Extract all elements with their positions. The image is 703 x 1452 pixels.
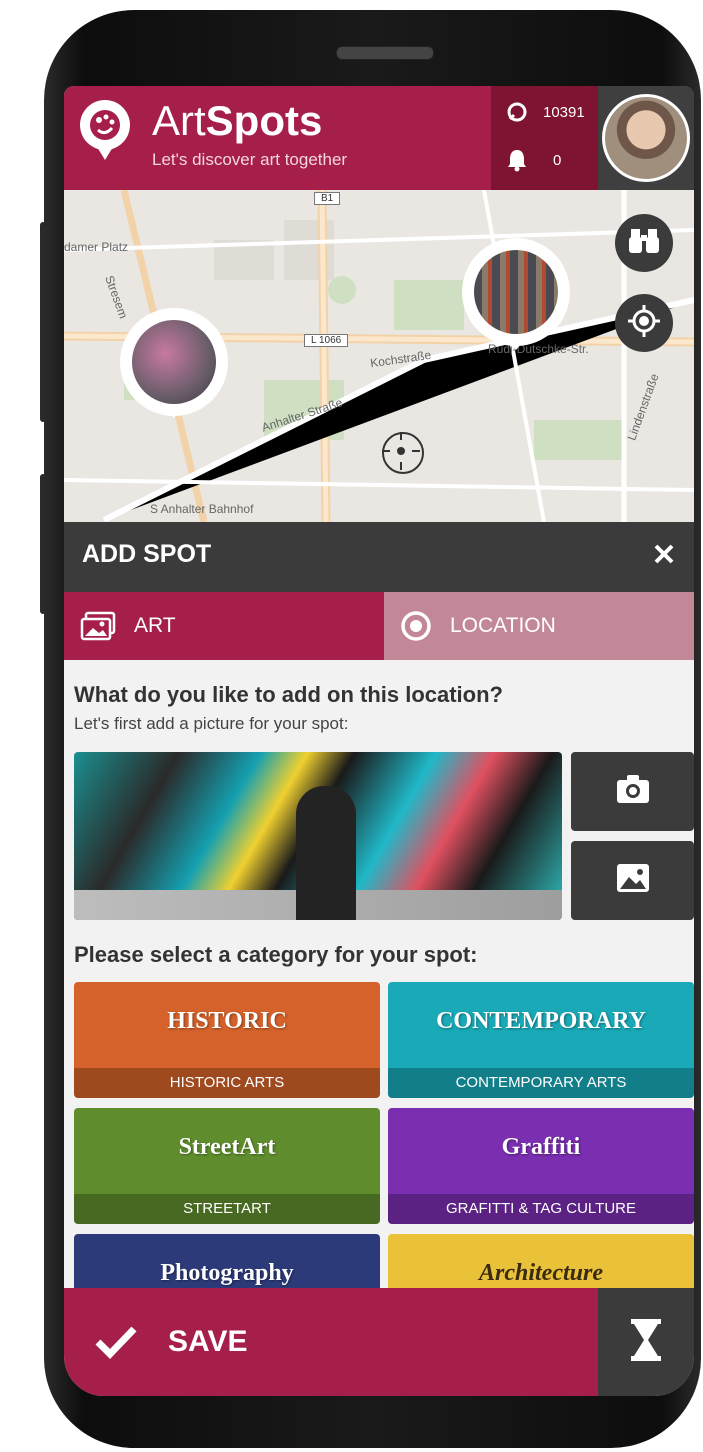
app-screen: ArtSpots Let's discover art together 103… (64, 86, 694, 1396)
category-caption: GRAFITTI & TAG CULTURE (388, 1194, 694, 1224)
category-title: CONTEMPORARY (436, 1008, 646, 1034)
gallery-button[interactable] (571, 841, 694, 920)
close-button[interactable] (650, 542, 678, 570)
points-stat[interactable]: 10391 (491, 92, 598, 132)
hourglass-icon (630, 1318, 662, 1367)
camera-button[interactable] (571, 752, 694, 831)
save-button[interactable]: SAVE (64, 1288, 598, 1396)
map-label-bahnhof: S Anhalter Bahnhof (150, 502, 254, 516)
category-graffiti[interactable]: Graffiti GRAFITTI & TAG CULTURE (388, 1108, 694, 1224)
tab-art-label: ART (134, 614, 176, 637)
map-road-tag-b1: B1 (314, 192, 341, 205)
tab-location-label: LOCATION (450, 614, 556, 637)
picture-icon (80, 611, 116, 641)
category-photography[interactable]: Photography (74, 1234, 380, 1288)
map-spot-pin-1[interactable] (120, 308, 228, 416)
category-title: HISTORIC (167, 1008, 287, 1034)
points-icon (503, 101, 531, 123)
category-title: StreetArt (178, 1134, 276, 1160)
save-label: SAVE (168, 1325, 248, 1358)
locate-icon (627, 304, 661, 343)
user-stats: 10391 0 (491, 86, 598, 190)
category-historic[interactable]: HISTORIC HISTORIC ARTS (74, 982, 380, 1098)
photo-person (296, 786, 356, 920)
add-subtext: Let's first add a picture for your spot: (74, 714, 349, 733)
add-question: What do you like to add on this location… (74, 682, 503, 707)
add-spot-header: ADD SPOT (64, 522, 694, 592)
tab-location[interactable]: LOCATION (384, 592, 694, 660)
category-prompt: Please select a category for your spot: (74, 942, 478, 967)
category-caption: CONTEMPORARY ARTS (388, 1068, 694, 1098)
category-streetart[interactable]: StreetArt STREETART (74, 1108, 380, 1224)
selected-photo-preview[interactable] (74, 752, 562, 920)
gallery-icon (616, 863, 650, 898)
locate-me-button[interactable] (615, 294, 673, 352)
explore-button[interactable] (615, 214, 673, 272)
binoculars-icon (628, 227, 660, 260)
app-header: ArtSpots Let's discover art together 103… (64, 86, 694, 190)
map-crosshair-icon (382, 432, 424, 474)
map-spot-pin-2[interactable] (462, 238, 570, 346)
notifications-stat[interactable]: 0 (491, 140, 598, 180)
close-icon (653, 543, 675, 570)
brand-art: Art (152, 97, 206, 144)
bell-icon (503, 148, 531, 172)
profile-avatar-button[interactable] (598, 86, 694, 190)
avatar (602, 94, 690, 182)
brand-spots: Spots (205, 97, 323, 144)
spot-thumbnail (132, 320, 216, 404)
map-view[interactable]: B1 L 1066 damer Platz Stresem Kochstraße… (64, 190, 694, 522)
camera-icon (616, 774, 650, 809)
app-brand: ArtSpots (152, 98, 322, 144)
category-title: Graffiti (501, 1134, 581, 1160)
spot-tabs: ART LOCATION (64, 592, 694, 660)
notifications-value: 0 (553, 151, 562, 169)
category-caption: HISTORIC ARTS (74, 1068, 380, 1098)
map-road-tag-l1066: L 1066 (304, 334, 349, 347)
map-label-platz: damer Platz (64, 240, 129, 254)
check-icon (94, 1324, 138, 1360)
category-contemporary[interactable]: CONTEMPORARY CONTEMPORARY ARTS (388, 982, 694, 1098)
app-tagline: Let's discover art together (152, 150, 348, 169)
panel-title: ADD SPOT (82, 540, 212, 568)
pending-button[interactable] (598, 1288, 694, 1396)
tab-art[interactable]: ART (64, 592, 384, 660)
category-grid: HISTORIC HISTORIC ARTS CONTEMPORARY CONT… (74, 982, 694, 1288)
category-architecture[interactable]: Architecture (388, 1234, 694, 1288)
radio-icon (400, 610, 432, 642)
points-value: 10391 (543, 103, 585, 121)
category-caption: STREETART (74, 1194, 380, 1224)
spot-thumbnail (474, 250, 558, 334)
category-title: Photography (160, 1260, 294, 1286)
artspots-logo-icon[interactable] (80, 100, 130, 150)
category-title: Architecture (479, 1260, 603, 1286)
phone-speaker (336, 46, 434, 60)
